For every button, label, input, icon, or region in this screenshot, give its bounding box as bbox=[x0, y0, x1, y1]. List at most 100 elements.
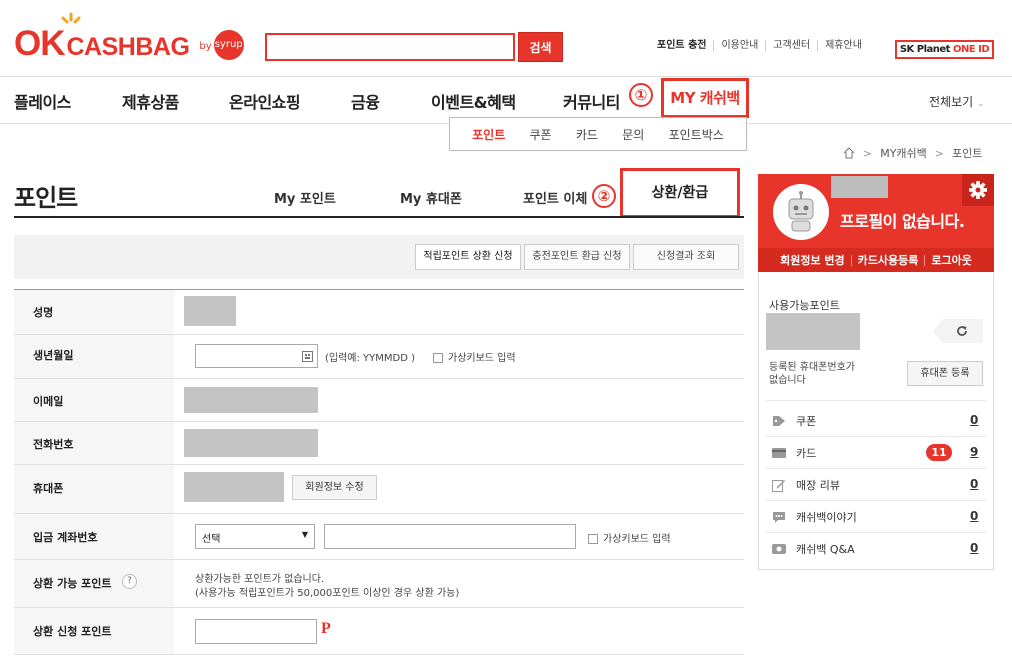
side-item-label: 쿠폰 bbox=[796, 415, 817, 428]
row-divider bbox=[14, 654, 744, 655]
nav-item-online-shopping[interactable]: 온라인쇼핑 bbox=[229, 89, 301, 113]
tab-exchange-refund[interactable]: 상환/환급 bbox=[620, 168, 740, 218]
refresh-icon bbox=[957, 326, 967, 336]
row-divider bbox=[14, 421, 744, 422]
subtab-charge-refund[interactable]: 충전포인트 환급 신청 bbox=[524, 244, 630, 270]
coupon-count[interactable]: 0 bbox=[970, 413, 978, 427]
help-icon[interactable]: ? bbox=[122, 574, 137, 589]
annotation-1: ① bbox=[629, 83, 653, 107]
side-divider bbox=[766, 436, 986, 437]
edit-member-info-button[interactable]: 회원정보 수정 bbox=[292, 475, 377, 500]
side-item-label: 카드 bbox=[796, 447, 817, 460]
side-item-coupon[interactable]: 쿠폰 bbox=[772, 413, 816, 429]
breadcrumb-my-cashbag[interactable]: MY캐쉬백 bbox=[880, 145, 927, 161]
card-count[interactable]: 9 bbox=[970, 445, 978, 459]
tag-icon bbox=[773, 416, 785, 426]
name-label: 성명 bbox=[33, 306, 54, 319]
refresh-button[interactable] bbox=[933, 319, 983, 343]
virtual-keyboard-label: 가상키보드 입력 bbox=[603, 534, 671, 545]
bank-select-value: 선택 bbox=[202, 534, 221, 545]
side-divider bbox=[766, 468, 986, 469]
phone-label: 전화번호 bbox=[33, 438, 74, 451]
available-points-label: 상환 가능 포인트 bbox=[33, 577, 112, 590]
mobile-value-masked bbox=[184, 472, 284, 502]
search-button[interactable]: 검색 bbox=[518, 32, 563, 62]
util-link-guide[interactable]: 이용안내 bbox=[713, 40, 765, 51]
side-divider bbox=[766, 500, 986, 501]
nav-item-finance[interactable]: 금융 bbox=[351, 89, 380, 113]
row-divider bbox=[14, 464, 744, 465]
chevron-down-icon: ⌄ bbox=[977, 99, 985, 109]
phone-register-button[interactable]: 휴대폰 등록 bbox=[907, 361, 983, 386]
avatar[interactable] bbox=[773, 184, 829, 240]
chat-bubble-icon bbox=[773, 511, 785, 523]
submenu-card[interactable]: 카드 bbox=[576, 126, 598, 143]
side-item-store-review[interactable]: 매장 리뷰 bbox=[772, 477, 840, 493]
tab-my-phone[interactable]: My 휴대폰 bbox=[400, 188, 462, 207]
util-link-partnership[interactable]: 제휴안내 bbox=[817, 40, 869, 51]
subtab-accumulated-exchange[interactable]: 적립포인트 상환 신청 bbox=[415, 244, 521, 270]
view-all-menu[interactable]: 전체보기 ⌄ bbox=[929, 93, 985, 110]
card-badge: 11 bbox=[926, 444, 952, 461]
my-cashbag-submenu: 포인트 쿠폰 카드 문의 포인트박스 bbox=[449, 117, 747, 151]
submenu-point[interactable]: 포인트 bbox=[472, 126, 505, 143]
available-note-1: 상환가능한 포인트가 없습니다. bbox=[195, 574, 325, 585]
breadcrumb-point[interactable]: 포인트 bbox=[952, 145, 982, 161]
home-icon[interactable] bbox=[843, 147, 855, 159]
annotation-2: ② bbox=[592, 184, 616, 208]
util-link-point-charge[interactable]: 포인트 충전 bbox=[657, 40, 713, 51]
row-divider bbox=[14, 334, 744, 335]
tab-point-transfer[interactable]: 포인트 이체 bbox=[523, 188, 587, 207]
nav-item-partner-products[interactable]: 제휴상품 bbox=[122, 89, 179, 113]
breadcrumb: > MY캐쉬백 > 포인트 bbox=[843, 145, 982, 161]
search-input[interactable] bbox=[265, 33, 515, 61]
row-divider bbox=[14, 559, 744, 560]
birth-hint: (입력예: YYMMDD ) bbox=[325, 353, 416, 364]
dropdown-arrow-icon: ▼ bbox=[301, 530, 308, 539]
side-item-cashbag-story[interactable]: 캐쉬백이야기 bbox=[772, 509, 857, 525]
name-value-masked bbox=[184, 296, 236, 326]
robot-avatar-icon bbox=[788, 191, 814, 232]
account-number-input[interactable] bbox=[324, 524, 576, 549]
nav-item-my-cashbag[interactable]: MY 캐쉬백 bbox=[661, 78, 749, 118]
profile-links: 회원정보 변경 카드사용등록 로그아웃 bbox=[758, 248, 994, 272]
view-all-label: 전체보기 bbox=[929, 95, 974, 109]
cashbag-qna-count[interactable]: 0 bbox=[970, 541, 978, 555]
keyboard-icon[interactable] bbox=[302, 351, 313, 362]
tab-my-point[interactable]: My 포인트 bbox=[274, 188, 336, 207]
submenu-coupon[interactable]: 쿠폰 bbox=[530, 126, 552, 143]
nav-item-place[interactable]: 플레이스 bbox=[14, 89, 71, 113]
submenu-inquiry[interactable]: 문의 bbox=[622, 126, 644, 143]
one-id-label: ONE ID bbox=[952, 44, 990, 55]
cashbag-story-count[interactable]: 0 bbox=[970, 509, 978, 523]
side-item-card[interactable]: 카드 bbox=[772, 445, 816, 461]
row-divider bbox=[14, 513, 744, 514]
edit-member-link[interactable]: 회원정보 변경 bbox=[774, 255, 851, 266]
account-virtual-keyboard-option[interactable]: 가상키보드 입력 bbox=[588, 530, 671, 545]
request-points-input[interactable] bbox=[195, 619, 317, 644]
okcashbag-logo[interactable]: OK CASHBAG by syrup bbox=[14, 12, 244, 62]
nav-item-events[interactable]: 이벤트&혜택 bbox=[431, 89, 516, 113]
logo-syrup: syrup bbox=[213, 30, 244, 60]
gear-icon bbox=[969, 181, 987, 199]
subtab-request-result[interactable]: 신청결과 조회 bbox=[633, 244, 739, 270]
side-item-label: 캐쉬백이야기 bbox=[796, 511, 857, 524]
store-review-count[interactable]: 0 bbox=[970, 477, 978, 491]
sk-planet-one-id-link[interactable]: SK Planet ONE ID bbox=[895, 40, 994, 59]
settings-button[interactable] bbox=[962, 174, 994, 206]
email-label: 이메일 bbox=[33, 395, 64, 408]
breadcrumb-separator-icon: > bbox=[863, 146, 873, 160]
birth-input[interactable] bbox=[195, 344, 318, 368]
nav-item-community[interactable]: 커뮤니티 bbox=[563, 89, 620, 113]
checkbox[interactable] bbox=[433, 353, 443, 363]
mobile-label: 휴대폰 bbox=[33, 482, 64, 495]
breadcrumb-separator-icon: > bbox=[934, 146, 945, 160]
card-register-link[interactable]: 카드사용등록 bbox=[850, 254, 925, 266]
logout-link[interactable]: 로그아웃 bbox=[924, 254, 977, 266]
submenu-pointbox[interactable]: 포인트박스 bbox=[669, 126, 724, 143]
bank-select[interactable]: 선택 ▼ bbox=[195, 524, 315, 549]
side-item-cashbag-qna[interactable]: 캐쉬백 Q&A bbox=[772, 541, 855, 557]
birth-virtual-keyboard-option[interactable]: 가상키보드 입력 bbox=[433, 349, 516, 364]
checkbox[interactable] bbox=[588, 534, 598, 544]
util-link-customer-center[interactable]: 고객센터 bbox=[765, 40, 817, 51]
